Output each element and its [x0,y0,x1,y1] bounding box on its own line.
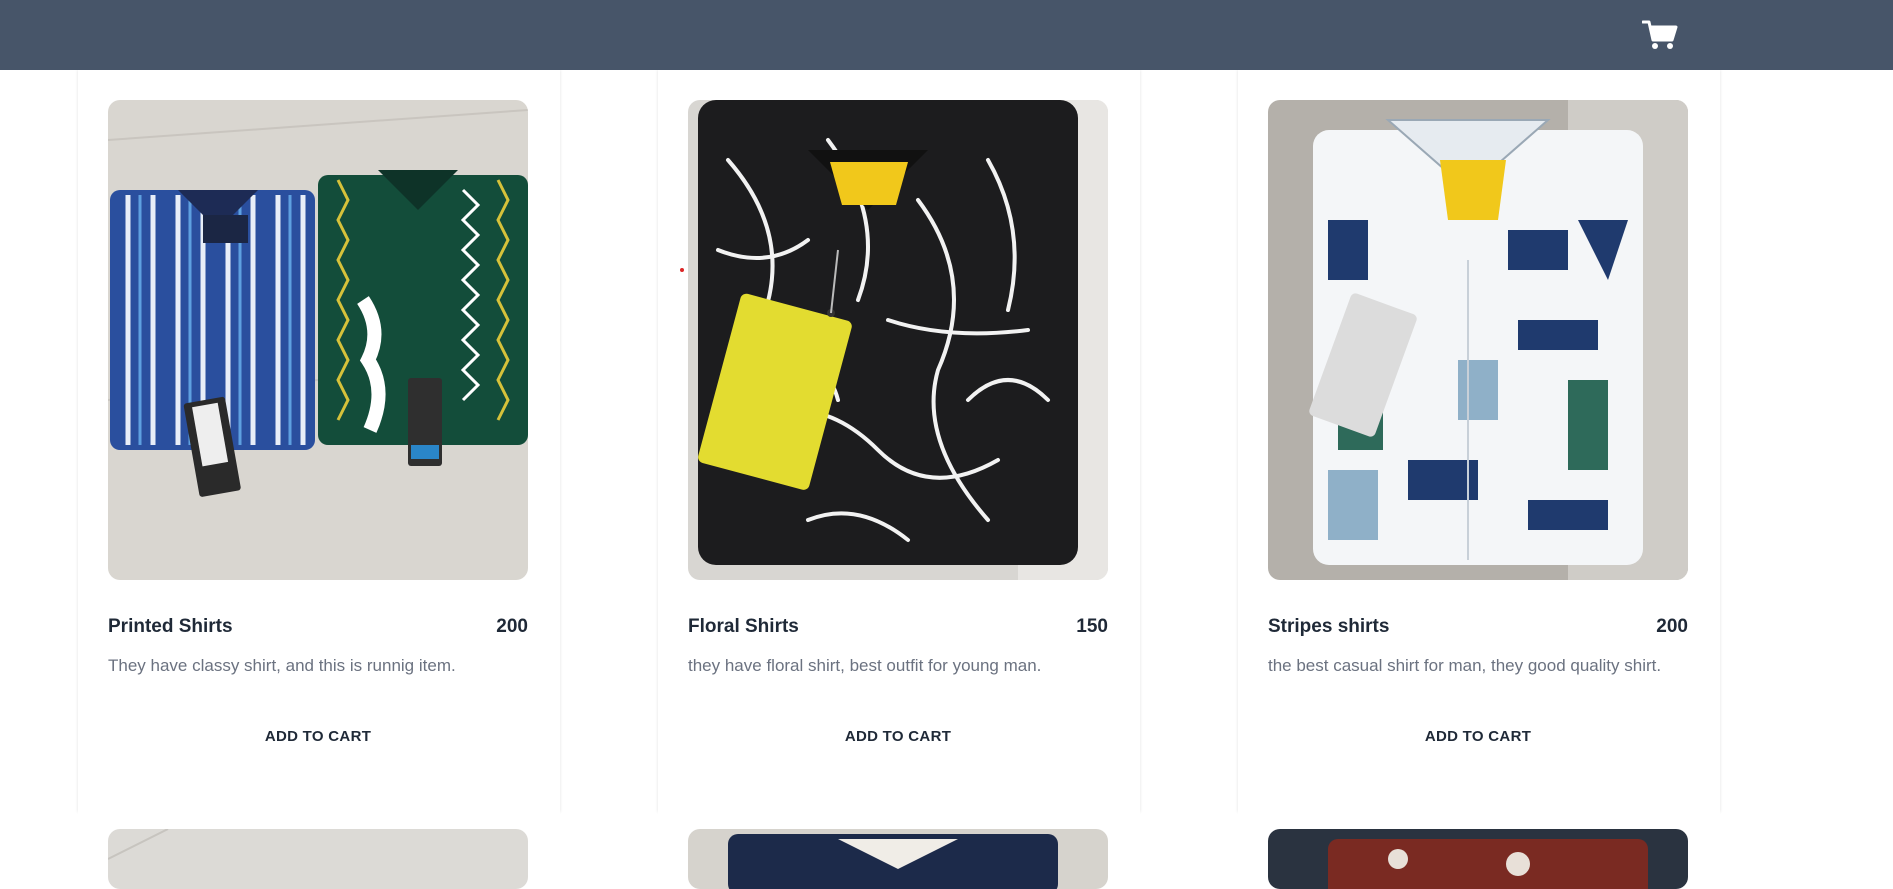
product-title: Floral Shirts [688,616,799,637]
add-to-cart-button[interactable]: ADD TO CART [1268,714,1688,758]
product-image [688,100,1108,580]
product-card-printed-shirts: Printed Shirts 200 They have classy shir… [78,70,560,812]
product-price: 200 [496,616,528,637]
product-image [108,100,528,580]
top-navbar [0,0,1893,70]
product-description: the best casual shirt for man, they good… [1268,656,1662,675]
product-image [1268,829,1688,889]
add-to-cart-button[interactable]: ADD TO CART [108,714,528,758]
product-image [688,829,1108,889]
product-title: Printed Shirts [108,616,233,637]
product-title: Stripes shirts [1268,616,1390,637]
product-image [108,829,528,889]
product-description: they have floral shirt, best outfit for … [688,656,1042,675]
product-card-floral-shirts: Floral Shirts 150 they have floral shirt… [658,70,1140,812]
product-description: They have classy shirt, and this is runn… [108,656,456,675]
add-to-cart-button[interactable]: ADD TO CART [688,714,1108,758]
stray-dot [680,268,684,272]
product-grid: Printed Shirts 200 They have classy shir… [0,0,1893,889]
product-price: 150 [1076,616,1108,637]
product-card-partial [1238,812,1720,889]
shopping-cart-icon[interactable] [1641,19,1678,51]
product-price: 200 [1656,616,1688,637]
product-image [1268,100,1688,580]
product-card-partial [78,812,560,889]
product-card-partial [658,812,1140,889]
product-card-stripes-shirts: Stripes shirts 200 the best casual shirt… [1238,70,1720,812]
